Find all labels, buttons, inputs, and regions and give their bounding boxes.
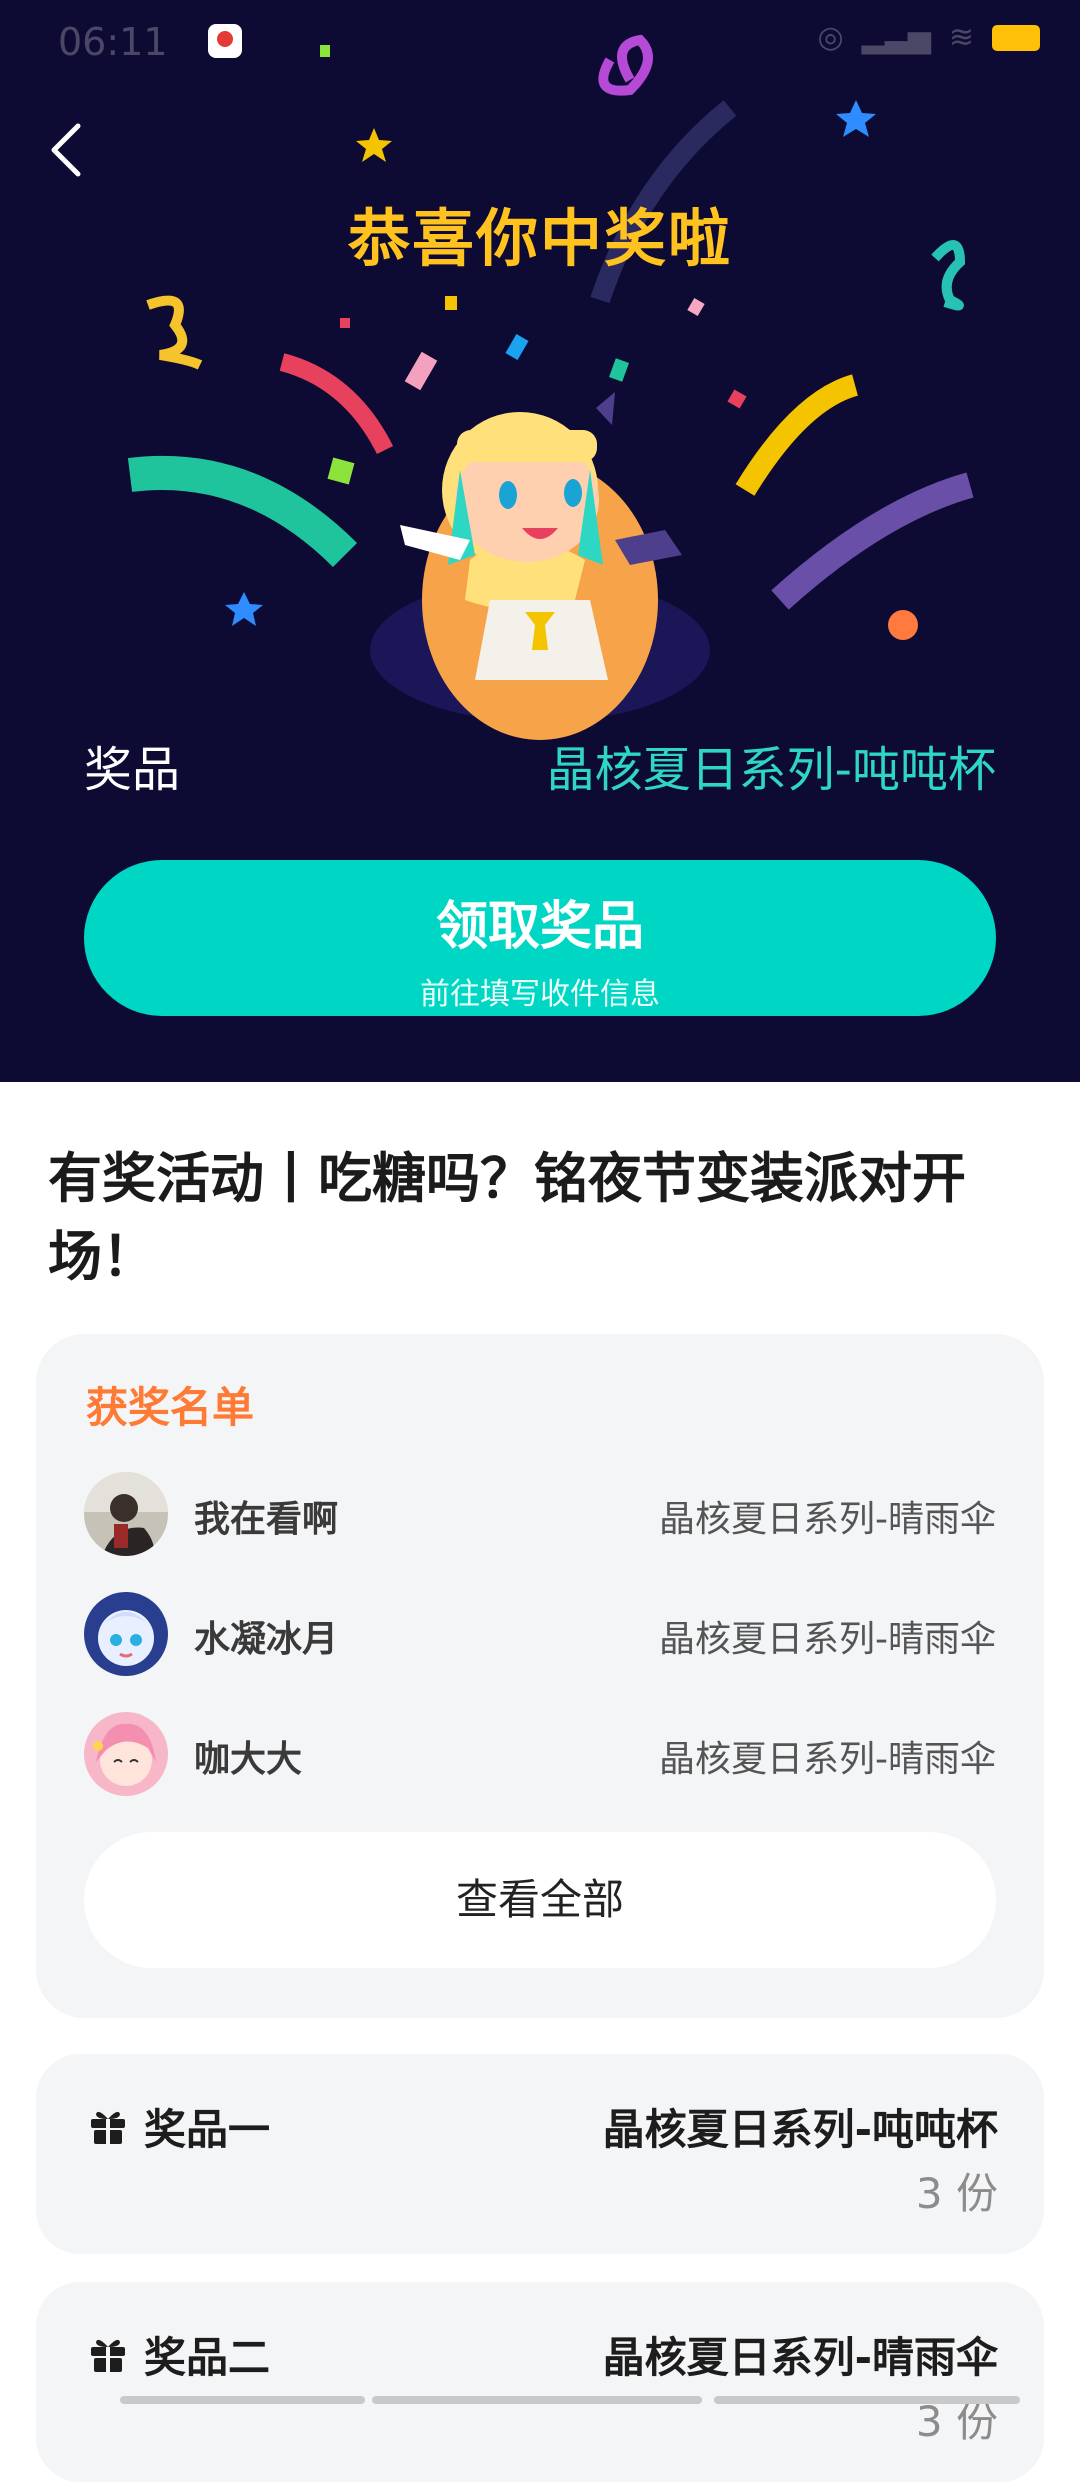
avatar bbox=[84, 1712, 168, 1796]
claim-button-title: 领取奖品 bbox=[435, 897, 644, 957]
winner-prize: 晶核夏日系列-晴雨伞 bbox=[659, 1499, 996, 1540]
avatar bbox=[84, 1592, 168, 1676]
chevron-left-icon bbox=[51, 123, 81, 177]
claim-prize-button[interactable]: 领取奖品 前往填写收件信息 bbox=[84, 860, 996, 1016]
prize-card: 奖品一 晶核夏日系列-吨吨杯 3 份 bbox=[36, 2054, 1044, 2254]
prize-card-quantity: 3 份 bbox=[915, 2169, 998, 2218]
avatar bbox=[84, 1472, 168, 1556]
winner-name: 咖大大 bbox=[194, 1739, 303, 1780]
gift-icon bbox=[91, 2111, 125, 2144]
winners-card: 获奖名单 我在看啊 晶核夏日系列-晴雨伞 水凝冰月 晶核夏日系列-晴雨伞 咖大大… bbox=[36, 1334, 1044, 2018]
celebration-banner: 06:11 ◎ ▂▃▅ ≋ 恭喜你中奖啦 奖品 晶核夏日系列-吨吨杯 领取奖品 … bbox=[0, 0, 1080, 1082]
status-bar: 06:11 ◎ ▂▃▅ ≋ bbox=[0, 0, 1080, 80]
prize-value: 晶核夏日系列-吨吨杯 bbox=[546, 742, 996, 798]
prize-card-name: 晶核夏日系列-晴雨伞 bbox=[602, 2333, 998, 2382]
prize-card-label: 奖品一 bbox=[144, 2105, 271, 2154]
gift-icon bbox=[91, 2339, 125, 2372]
scroll-indicator bbox=[120, 2396, 1020, 2404]
view-all-button[interactable]: 查看全部 bbox=[84, 1832, 996, 1968]
nfc-icon: ◎ bbox=[817, 20, 844, 55]
winner-name: 水凝冰月 bbox=[194, 1619, 339, 1660]
prize-label: 奖品 bbox=[84, 742, 181, 798]
prize-card-label: 奖品二 bbox=[144, 2333, 271, 2382]
wifi-icon: ≋ bbox=[948, 20, 974, 55]
prize-card-name: 晶核夏日系列-吨吨杯 bbox=[602, 2105, 998, 2154]
status-icons: ◎ ▂▃▅ ≋ bbox=[817, 20, 1040, 55]
winner-row: 我在看啊 晶核夏日系列-晴雨伞 bbox=[84, 1472, 996, 1562]
map-pin-app-icon bbox=[208, 24, 242, 58]
winner-prize: 晶核夏日系列-晴雨伞 bbox=[659, 1619, 996, 1660]
signal-icon: ▂▃▅ bbox=[861, 20, 931, 55]
claim-button-subtitle: 前往填写收件信息 bbox=[420, 977, 660, 1012]
scroll-segment bbox=[714, 2396, 1020, 2404]
winners-heading: 获奖名单 bbox=[86, 1383, 255, 1432]
event-title: 有奖活动丨吃糖吗？铭夜节变装派对开场！ bbox=[48, 1147, 966, 1288]
status-time: 06:11 bbox=[58, 20, 168, 64]
winner-prize: 晶核夏日系列-晴雨伞 bbox=[659, 1739, 996, 1780]
back-button[interactable] bbox=[40, 118, 100, 178]
prize-card: 奖品二 晶核夏日系列-晴雨伞 3 份 bbox=[36, 2282, 1044, 2482]
scroll-segment bbox=[120, 2396, 365, 2404]
congrats-title: 恭喜你中奖啦 bbox=[347, 202, 732, 275]
winner-name: 我在看啊 bbox=[194, 1499, 339, 1540]
scroll-segment bbox=[372, 2396, 702, 2404]
winner-row: 咖大大 晶核夏日系列-晴雨伞 bbox=[84, 1712, 996, 1802]
winner-row: 水凝冰月 晶核夏日系列-晴雨伞 bbox=[84, 1592, 996, 1682]
battery-icon bbox=[992, 24, 1040, 51]
